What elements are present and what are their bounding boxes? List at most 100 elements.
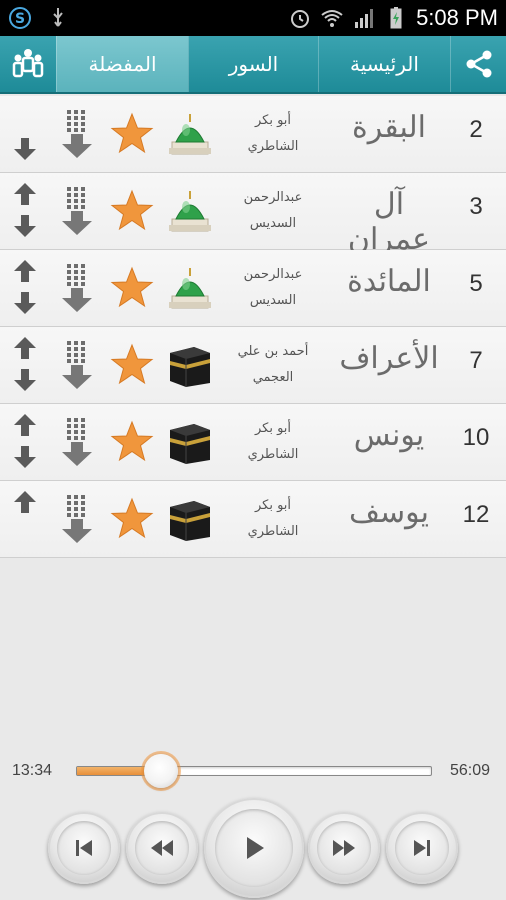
battery-charging-icon xyxy=(390,7,402,29)
move-up-icon[interactable] xyxy=(12,258,38,284)
fast-forward-icon xyxy=(333,840,355,856)
usb-icon xyxy=(53,8,63,27)
status-time: 5:08 PM xyxy=(416,5,498,30)
move-down-icon[interactable] xyxy=(12,136,38,162)
reciter-line-1: عبدالرحمن xyxy=(243,190,303,205)
total-time: 56:09 xyxy=(450,762,491,779)
surah-row[interactable]: أبو بكر الشاطري البقرة 2 xyxy=(0,96,506,173)
move-down-icon[interactable] xyxy=(12,213,38,239)
wifi-icon xyxy=(321,10,343,27)
download-icon[interactable] xyxy=(60,493,94,545)
surah-name: آل عمران xyxy=(347,187,431,257)
reciter-line-1: عبدالرحمن xyxy=(243,267,303,282)
play-icon xyxy=(247,837,264,859)
fast-forward-button[interactable] xyxy=(308,812,380,884)
tab-favorites[interactable]: المفضلة xyxy=(56,36,188,92)
tab-surahs[interactable]: السور xyxy=(188,36,318,92)
reciter-line-2: السديس xyxy=(249,216,297,231)
reciter-line-1: أحمد بن علي xyxy=(237,344,309,359)
favorite-star-icon[interactable] xyxy=(110,343,154,387)
people-icon xyxy=(12,49,44,78)
surah-number: 3 xyxy=(469,193,483,220)
next-button[interactable] xyxy=(386,812,458,884)
kaaba-icon xyxy=(164,493,214,543)
alarm-icon xyxy=(291,10,310,28)
reorder-arrows xyxy=(12,181,40,243)
move-up-icon[interactable] xyxy=(12,335,38,361)
favorites-list: أبو بكر الشاطري البقرة 2 عبدالرحمن السديس آل ع… xyxy=(0,96,506,558)
surah-row[interactable]: عبدالرحمن السديس المائدة 5 xyxy=(0,250,506,327)
elapsed-time: 13:34 xyxy=(12,762,53,779)
seek-bar-knob[interactable] xyxy=(144,754,179,788)
surah-name: يونس xyxy=(353,418,425,453)
play-button[interactable] xyxy=(204,798,304,898)
favorite-star-icon[interactable] xyxy=(110,189,154,233)
audio-player: 13:34 56:09 xyxy=(0,740,506,900)
reciter-line-2: الشاطري xyxy=(247,524,299,539)
kaaba-icon xyxy=(164,339,214,389)
status-bar: S 5:08 PM xyxy=(0,0,506,36)
download-icon[interactable] xyxy=(60,416,94,468)
reciter-name: أبو بكر الشاطري xyxy=(218,108,328,160)
move-up-icon[interactable] xyxy=(12,489,38,515)
favorite-star-icon[interactable] xyxy=(110,497,154,541)
reciter-name: أبو بكر الشاطري xyxy=(218,493,328,545)
madinah-mosque-icon xyxy=(164,262,214,312)
reciter-name: أحمد بن علي العجمي xyxy=(218,339,328,391)
download-icon[interactable] xyxy=(60,108,94,160)
surah-name: الأعراف xyxy=(339,341,439,376)
share-button[interactable] xyxy=(450,36,506,92)
reciter-name: عبدالرحمن السديس xyxy=(218,185,328,237)
surah-row[interactable]: عبدالرحمن السديس آل عمران 3 xyxy=(0,173,506,257)
surah-name: البقرة xyxy=(352,110,426,145)
reorder-arrows xyxy=(12,335,40,397)
madinah-mosque-icon xyxy=(164,185,214,235)
madinah-mosque-icon xyxy=(164,108,214,158)
surah-number: 10 xyxy=(462,424,490,451)
rewind-button[interactable] xyxy=(126,812,198,884)
move-down-icon[interactable] xyxy=(12,290,38,316)
share-icon xyxy=(466,50,491,78)
reciter-line-1: أبو بكر xyxy=(254,421,292,436)
reorder-arrows xyxy=(12,104,40,166)
previous-button[interactable] xyxy=(48,812,120,884)
reciter-name: أبو بكر الشاطري xyxy=(218,416,328,468)
move-up-icon[interactable] xyxy=(12,412,38,438)
move-down-icon[interactable] xyxy=(12,367,38,393)
reciter-line-1: أبو بكر xyxy=(254,498,292,513)
download-icon[interactable] xyxy=(60,185,94,237)
seek-bar[interactable] xyxy=(76,766,432,776)
signal-icon xyxy=(355,9,374,28)
favorite-star-icon[interactable] xyxy=(110,420,154,464)
surah-number: 12 xyxy=(462,501,490,528)
favorite-star-icon[interactable] xyxy=(110,112,154,156)
move-down-icon[interactable] xyxy=(12,444,38,470)
reciter-line-2: العجمي xyxy=(252,370,294,385)
quran-audio-menu-button[interactable] xyxy=(0,36,56,92)
surah-number: 7 xyxy=(469,347,483,374)
reciter-line-1: أبو بكر xyxy=(254,113,292,128)
surah-name: المائدة xyxy=(347,264,431,299)
favorite-star-icon[interactable] xyxy=(110,266,154,310)
reciter-name: عبدالرحمن السديس xyxy=(218,262,328,314)
tab-bar: المفضلة السور الرئيسية xyxy=(0,36,506,94)
reciter-line-2: الشاطري xyxy=(247,447,299,462)
download-icon[interactable] xyxy=(60,262,94,314)
move-up-icon[interactable] xyxy=(12,181,38,207)
surah-number: 2 xyxy=(469,116,483,143)
reciter-line-2: الشاطري xyxy=(247,139,299,154)
surah-number: 5 xyxy=(469,270,483,297)
rewind-icon xyxy=(151,840,173,856)
download-icon[interactable] xyxy=(60,339,94,391)
surah-row[interactable]: أحمد بن علي العجمي الأعراف 7 xyxy=(0,327,506,404)
reorder-arrows xyxy=(12,489,40,551)
reorder-arrows xyxy=(12,258,40,320)
skip-previous-icon xyxy=(76,840,92,856)
skip-next-icon xyxy=(414,840,430,856)
svg-text:S: S xyxy=(15,11,25,27)
surah-row[interactable]: أبو بكر الشاطري يونس 10 xyxy=(0,404,506,481)
surah-name: يوسف xyxy=(348,495,430,530)
reorder-arrows xyxy=(12,412,40,474)
surah-row[interactable]: أبو بكر الشاطري يوسف 12 xyxy=(0,481,506,558)
tab-home[interactable]: الرئيسية xyxy=(318,36,450,92)
